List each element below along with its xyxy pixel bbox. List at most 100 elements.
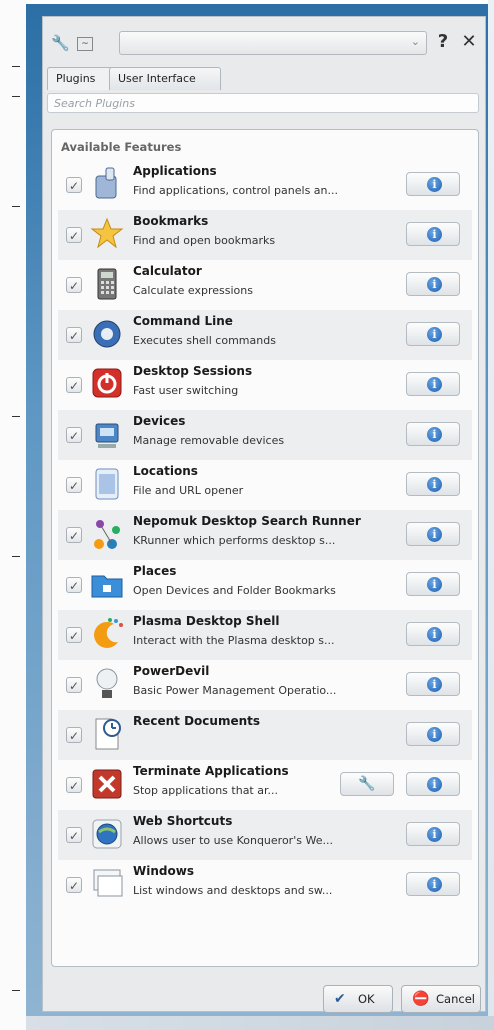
- about-button[interactable]: i: [406, 822, 460, 846]
- feature-name: PowerDevil: [133, 664, 210, 678]
- feature-row[interactable]: ✓ Desktop Sessions Fast user switching i: [58, 360, 472, 410]
- feature-row[interactable]: ✓ Nepomuk Desktop Search Runner KRunner wh…: [58, 510, 472, 560]
- desktop-background-bottom: [26, 1016, 494, 1030]
- feature-checkbox[interactable]: ✓: [66, 627, 82, 643]
- background-tick: [12, 206, 20, 207]
- about-button[interactable]: i: [406, 372, 460, 396]
- configure-button[interactable]: 🔧: [340, 772, 394, 796]
- feature-checkbox[interactable]: ✓: [66, 377, 82, 393]
- feature-checkbox[interactable]: ✓: [66, 277, 82, 293]
- info-icon: i: [427, 477, 442, 492]
- krunner-config-dialog: 🔧 ~ ⌄ ? ✕ Plugins User Interface Search …: [26, 4, 488, 1016]
- about-button[interactable]: i: [406, 622, 460, 646]
- feature-checkbox[interactable]: ✓: [66, 727, 82, 743]
- info-icon: i: [427, 627, 442, 642]
- feature-name: Bookmarks: [133, 214, 209, 228]
- background-tick: [12, 556, 20, 557]
- about-button[interactable]: i: [406, 422, 460, 446]
- about-button[interactable]: i: [406, 672, 460, 696]
- info-icon: i: [427, 227, 442, 242]
- help-button[interactable]: ?: [431, 30, 455, 54]
- feature-row[interactable]: ✓ Recent Documents i: [58, 710, 472, 760]
- about-button[interactable]: i: [406, 222, 460, 246]
- feature-checkbox[interactable]: ✓: [66, 577, 82, 593]
- feature-checkbox[interactable]: ✓: [66, 877, 82, 893]
- feature-description: List windows and desktops and sw...: [133, 884, 333, 897]
- feature-checkbox[interactable]: ✓: [66, 227, 82, 243]
- background-tick: [12, 66, 20, 67]
- cancel-button[interactable]: ⛔ Cancel: [401, 985, 481, 1013]
- wrench-icon[interactable]: 🔧: [51, 34, 70, 52]
- feature-name: Locations: [133, 464, 198, 478]
- about-button[interactable]: i: [406, 272, 460, 296]
- feature-checkbox[interactable]: ✓: [66, 327, 82, 343]
- feature-row[interactable]: ✓ Places Open Devices and Folder Bookmarks…: [58, 560, 472, 610]
- feature-row[interactable]: ✓ Bookmarks Find and open bookmarks i: [58, 210, 472, 260]
- recent-documents-icon: [90, 716, 124, 752]
- feature-checkbox[interactable]: ✓: [66, 677, 82, 693]
- available-features-group: Available Features ✓ Applications Find app…: [51, 129, 479, 967]
- search-input[interactable]: Search Plugins: [47, 93, 479, 113]
- calculator-icon: [90, 266, 124, 302]
- widget-icon[interactable]: ~: [77, 37, 93, 51]
- feature-row[interactable]: ✓ Locations File and URL opener i: [58, 460, 472, 510]
- ok-button[interactable]: ✔ OK: [323, 985, 393, 1013]
- feature-checkbox[interactable]: ✓: [66, 427, 82, 443]
- feature-description: Find and open bookmarks: [133, 234, 276, 247]
- cancel-icon: ⛔: [412, 991, 430, 1007]
- feature-row[interactable]: ✓ Applications Find applications, control …: [58, 160, 472, 210]
- info-icon: i: [427, 277, 442, 292]
- feature-description: Calculate expressions: [133, 284, 253, 297]
- about-button[interactable]: i: [406, 772, 460, 796]
- about-button[interactable]: i: [406, 572, 460, 596]
- info-icon: i: [427, 827, 442, 842]
- feature-checkbox[interactable]: ✓: [66, 777, 82, 793]
- lightbulb-icon: [90, 666, 124, 702]
- about-button[interactable]: i: [406, 522, 460, 546]
- about-button[interactable]: i: [406, 872, 460, 896]
- feature-row[interactable]: ✓ PowerDevil Basic Power Management Operat…: [58, 660, 472, 710]
- feature-name: Nepomuk Desktop Search Runner: [133, 514, 361, 528]
- terminate-x-icon: [90, 766, 124, 802]
- feature-row[interactable]: ✓ Plasma Desktop Shell Interact with the P…: [58, 610, 472, 660]
- desktop-background-left: [0, 0, 26, 1030]
- close-button[interactable]: ✕: [457, 30, 481, 54]
- feature-name: Terminate Applications: [133, 764, 289, 778]
- info-icon: i: [427, 527, 442, 542]
- tab-user-interface-label: User Interface: [118, 72, 196, 85]
- feature-row[interactable]: ✓ Terminate Applications Stop applications…: [58, 760, 472, 810]
- about-button[interactable]: i: [406, 722, 460, 746]
- feature-checkbox[interactable]: ✓: [66, 527, 82, 543]
- feature-description: Find applications, control panels an...: [133, 184, 339, 197]
- feature-description: Interact with the Plasma desktop s...: [133, 634, 335, 647]
- info-icon: i: [427, 677, 442, 692]
- feature-checkbox[interactable]: ✓: [66, 177, 82, 193]
- feature-row[interactable]: ✓ Calculator Calculate expressions i: [58, 260, 472, 310]
- feature-checkbox[interactable]: ✓: [66, 827, 82, 843]
- tab-user-interface[interactable]: User Interface: [109, 67, 221, 90]
- feature-name: Devices: [133, 414, 186, 428]
- devices-icon: [90, 416, 124, 452]
- group-title: Available Features: [61, 140, 182, 154]
- about-button[interactable]: i: [406, 172, 460, 196]
- info-icon: i: [427, 177, 442, 192]
- about-button[interactable]: i: [406, 322, 460, 346]
- about-button[interactable]: i: [406, 472, 460, 496]
- feature-row[interactable]: ✓ Web Shortcuts Allows user to use Konquer…: [58, 810, 472, 860]
- feature-name: Plasma Desktop Shell: [133, 614, 280, 628]
- feature-row[interactable]: ✓ Windows List windows and desktops and sw…: [58, 860, 472, 910]
- feature-name: Calculator: [133, 264, 202, 278]
- feature-name: Desktop Sessions: [133, 364, 253, 378]
- runner-combo[interactable]: ⌄: [119, 31, 427, 55]
- feature-description: Open Devices and Folder Bookmarks: [133, 584, 336, 597]
- feature-checkbox[interactable]: ✓: [66, 477, 82, 493]
- plasma-icon: [90, 616, 124, 652]
- ok-button-label: OK: [358, 992, 375, 1006]
- feature-row[interactable]: ✓ Command Line Executes shell commands i: [58, 310, 472, 360]
- feature-description: Allows user to use Konqueror's We...: [133, 834, 333, 847]
- configure-wrench-icon: 🔧: [358, 776, 376, 792]
- background-tick: [12, 96, 20, 97]
- feature-row[interactable]: ✓ Devices Manage removable devices i: [58, 410, 472, 460]
- info-icon: i: [427, 427, 442, 442]
- feature-description: Stop applications that ar...: [133, 784, 278, 797]
